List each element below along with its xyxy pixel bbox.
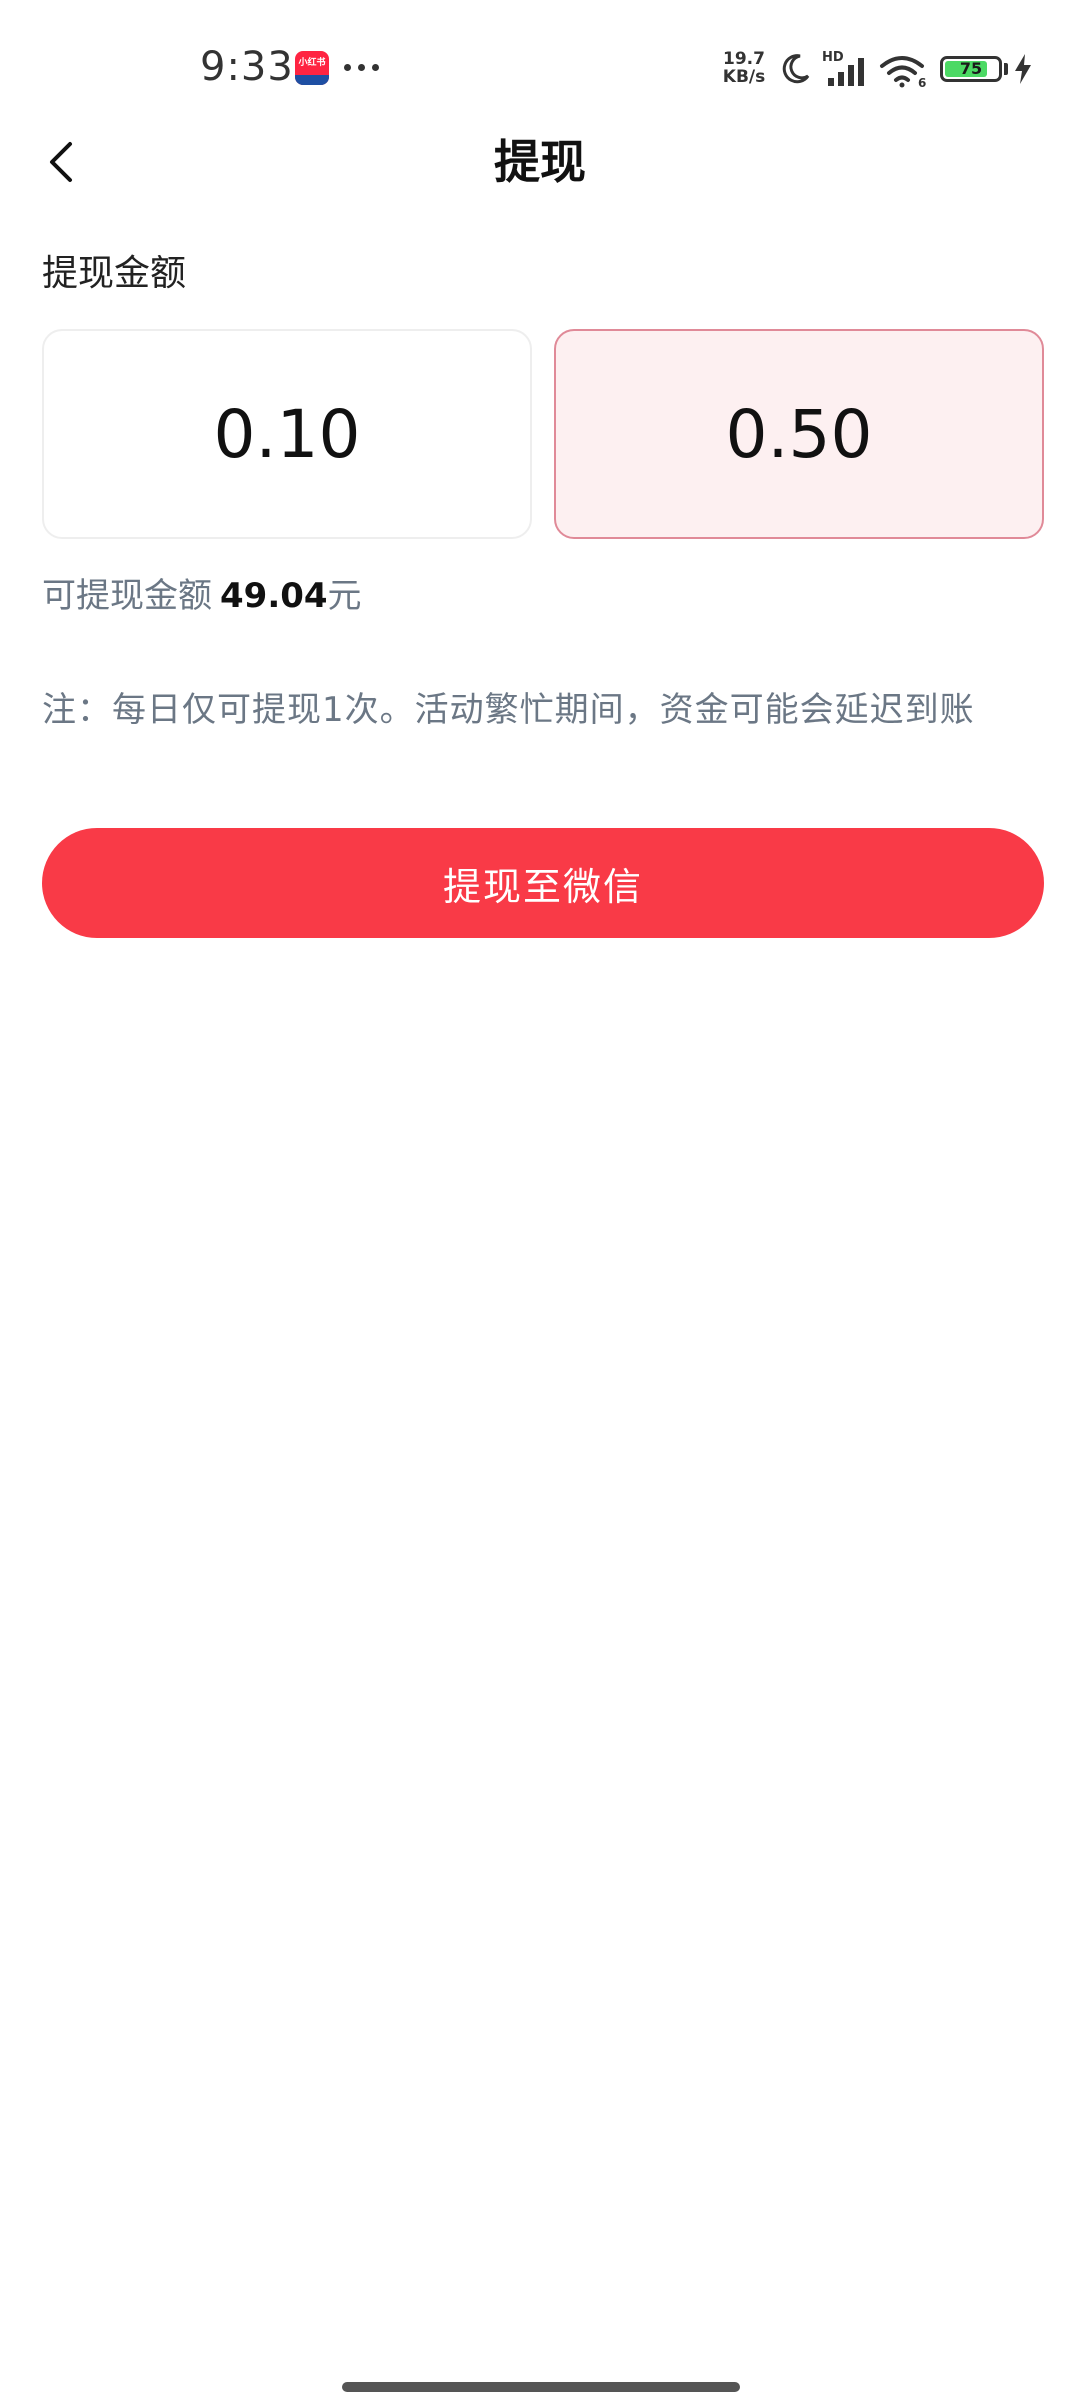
amount-option-0-10[interactable]: 0.10 [42, 329, 532, 539]
cellular-signal-icon [828, 58, 864, 86]
charging-bolt-icon [1015, 54, 1031, 84]
more-notifications-icon [344, 64, 380, 72]
available-balance: 可提现金额 49.04元 [42, 568, 362, 617]
status-time: 9:33 [200, 44, 294, 90]
network-speed-unit: KB/s [722, 67, 766, 87]
network-speed-value: 19.7 [723, 49, 765, 69]
page-title: 提现 [494, 135, 586, 189]
amount-option-0-50-selected[interactable]: 0.50 [554, 329, 1044, 539]
withdraw-note: 注：每日仅可提现1次。活动繁忙期间，资金可能会延迟到账 [42, 690, 975, 730]
battery-icon: 75 [940, 56, 1002, 82]
status-bar: 9:33 小红书 19.7 KB/s HD 6 75 [0, 0, 1080, 140]
app-notification-icon: 小红书 [295, 51, 329, 85]
wifi-icon: 6 [880, 56, 926, 88]
available-balance-label: 可提现金额 [42, 576, 212, 616]
amount-section-label: 提现金额 [42, 253, 187, 294]
wifi-label: 6 [918, 76, 926, 88]
app-icon-label: 小红书 [298, 58, 326, 68]
available-balance-unit: 元 [327, 576, 362, 616]
do-not-disturb-moon-icon [782, 54, 810, 84]
withdraw-to-wechat-button[interactable]: 提现至微信 [42, 828, 1044, 938]
battery-level: 75 [959, 59, 983, 78]
network-speed: 19.7 KB/s [716, 50, 772, 86]
available-balance-value: 49.04 [220, 576, 328, 616]
home-indicator[interactable] [342, 2382, 740, 2392]
